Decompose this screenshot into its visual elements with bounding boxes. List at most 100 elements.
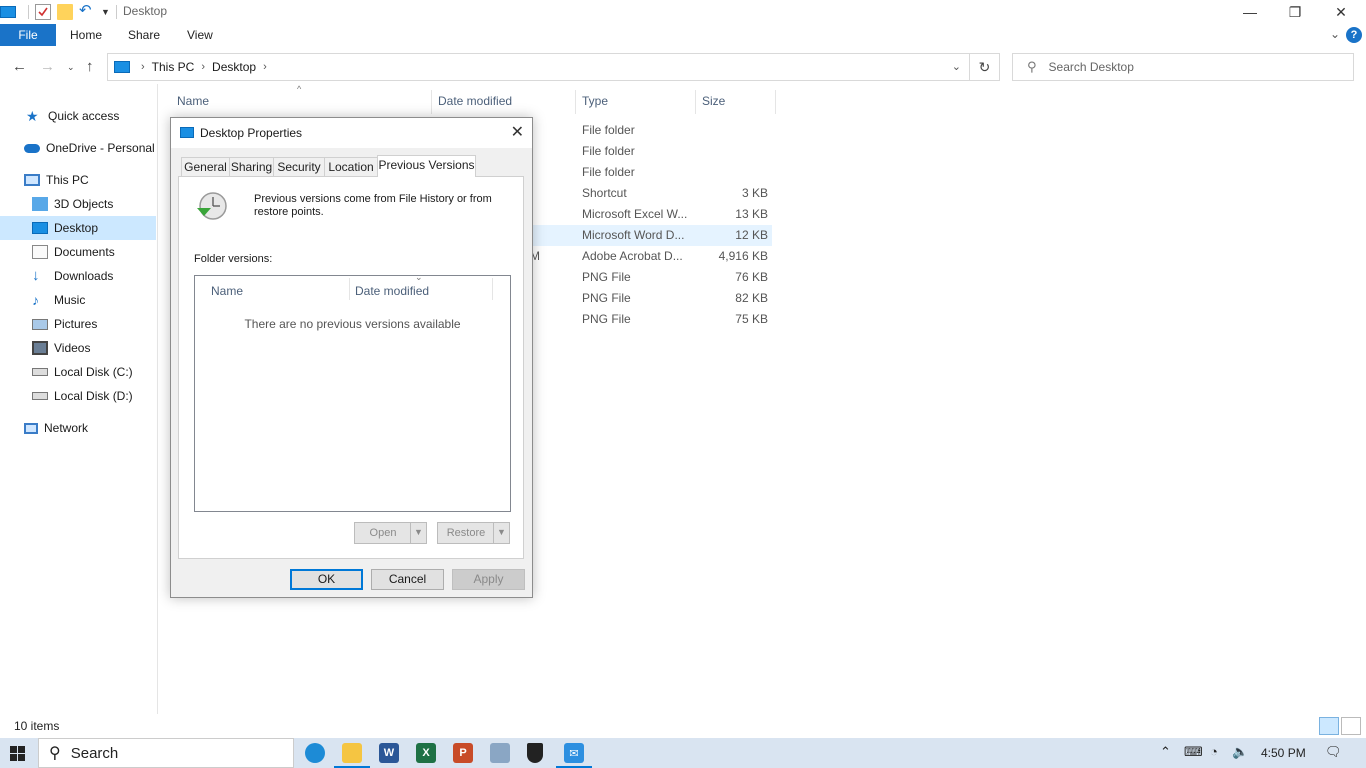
dialog-title-bar[interactable]: Desktop Properties ✕ — [171, 118, 532, 148]
sidebar-item-local-disk-d[interactable]: Local Disk (D:) — [0, 384, 156, 408]
ribbon: File Home Share View ⌄ ? — [0, 24, 1366, 46]
sidebar-item-downloads[interactable]: ↓ Downloads — [0, 264, 156, 288]
windows-start-icon[interactable] — [10, 746, 26, 762]
restore-button-label: Restore — [446, 527, 486, 539]
tab-security[interactable]: Security — [273, 157, 325, 177]
keyboard-icon[interactable]: ⌨ — [1184, 744, 1203, 760]
sidebar-item-pictures[interactable]: Pictures — [0, 312, 156, 336]
column-header-date-modified[interactable]: Date modified — [438, 94, 512, 110]
help-icon[interactable]: ? — [1346, 27, 1362, 43]
recent-locations-icon[interactable]: ⌄ — [67, 62, 75, 73]
dialog-close-icon[interactable]: ✕ — [511, 122, 524, 142]
excel-icon[interactable]: X — [416, 743, 436, 763]
powerpoint-icon[interactable]: P — [453, 743, 473, 763]
column-separator[interactable] — [775, 90, 776, 114]
computer-icon — [24, 174, 40, 186]
breadcrumb-arrow-icon[interactable]: › — [201, 61, 205, 73]
details-view-icon[interactable] — [1319, 717, 1339, 735]
search-input[interactable]: ⚲ Search Desktop — [1012, 53, 1354, 81]
apply-button[interactable]: Apply — [452, 569, 525, 590]
large-icons-view-icon[interactable] — [1341, 717, 1361, 735]
word-icon[interactable]: W — [379, 743, 399, 763]
back-icon[interactable]: ← — [12, 58, 27, 75]
sidebar-item-videos[interactable]: Videos — [0, 336, 156, 360]
previous-versions-panel: Previous versions come from File History… — [178, 176, 524, 559]
forward-icon[interactable]: → — [40, 58, 55, 75]
sidebar-item-this-pc[interactable]: This PC — [0, 168, 156, 192]
up-icon[interactable]: ↑ — [86, 58, 94, 75]
list-header-date-modified[interactable]: Date modified — [355, 284, 429, 298]
show-hidden-icons-icon[interactable]: ⌃ — [1160, 744, 1171, 760]
column-header-size[interactable]: Size — [702, 94, 725, 110]
close-button[interactable]: ✕ — [1318, 0, 1364, 24]
drive-icon — [32, 368, 48, 376]
column-header-type[interactable]: Type — [582, 94, 608, 110]
search-icon: ⚲ — [1027, 59, 1037, 74]
notifications-icon[interactable]: 🗨 — [1325, 744, 1342, 760]
pc-icon[interactable] — [0, 6, 16, 18]
restore-button[interactable]: Restore ▼ — [437, 522, 510, 544]
refresh-icon: ↻ — [978, 59, 991, 75]
expand-ribbon-icon[interactable]: ⌄ — [1330, 27, 1340, 41]
folder-versions-list[interactable]: Name Date modified ⌄ There are no previo… — [194, 272, 511, 512]
sidebar-item-documents[interactable]: Documents — [0, 240, 156, 264]
file-type: Adobe Acrobat D... — [582, 249, 683, 263]
minimize-button[interactable]: — — [1227, 0, 1273, 24]
column-separator[interactable] — [492, 278, 493, 300]
sidebar-item-desktop[interactable]: Desktop — [0, 216, 156, 240]
breadcrumb-desktop[interactable]: Desktop — [212, 60, 256, 74]
undo-icon[interactable]: ↶ — [79, 3, 95, 20]
open-button[interactable]: Open ▼ — [354, 522, 427, 544]
file-type: File folder — [582, 123, 635, 137]
open-button-label: Open — [369, 527, 397, 539]
tab-view[interactable]: View — [187, 24, 213, 46]
sidebar-item-label: Videos — [54, 341, 91, 355]
address-bar[interactable]: › This PC › Desktop › ⌄ — [107, 53, 970, 81]
file-type: PNG File — [582, 270, 631, 284]
address-dropdown-icon[interactable]: ⌄ — [952, 60, 961, 73]
column-header-name[interactable]: Name — [177, 94, 209, 110]
column-separator[interactable] — [431, 90, 432, 114]
new-folder-icon[interactable] — [57, 4, 73, 20]
file-type: PNG File — [582, 312, 631, 326]
sidebar-item-music[interactable]: ♪ Music — [0, 288, 156, 312]
breadcrumb-arrow-icon[interactable]: › — [141, 61, 145, 73]
column-separator[interactable] — [575, 90, 576, 114]
sidebar-item-onedrive[interactable]: OneDrive - Personal — [0, 136, 156, 160]
taskbar-search-box[interactable]: ⚲ Search — [38, 738, 294, 768]
tab-previous-versions[interactable]: Previous Versions — [377, 155, 476, 177]
wifi-icon[interactable]: ◔ — [1210, 744, 1218, 759]
security-shield-icon[interactable] — [527, 743, 543, 763]
ok-button[interactable]: OK — [290, 569, 363, 590]
tab-home[interactable]: Home — [70, 24, 102, 46]
file-explorer-icon[interactable] — [334, 743, 370, 768]
sidebar-item-local-disk-c[interactable]: Local Disk (C:) — [0, 360, 156, 384]
sidebar-item-quick-access[interactable]: ★ Quick access — [0, 104, 156, 128]
list-header-name[interactable]: Name — [211, 284, 243, 298]
breadcrumb-this-pc[interactable]: This PC — [152, 60, 195, 74]
taskbar-clock[interactable]: 4:50 PM — [1261, 746, 1306, 760]
mail-icon[interactable]: ✉ — [556, 743, 592, 768]
cancel-button[interactable]: Cancel — [371, 569, 444, 590]
open-dropdown-icon[interactable]: ▼ — [410, 523, 426, 543]
restore-dropdown-icon[interactable]: ▼ — [493, 523, 509, 543]
breadcrumb-arrow-icon[interactable]: › — [263, 61, 267, 73]
sidebar-item-3d-objects[interactable]: 3D Objects — [0, 192, 156, 216]
refresh-button[interactable]: ↻ — [970, 53, 1000, 81]
properties-icon[interactable] — [35, 4, 51, 20]
column-separator[interactable] — [349, 278, 350, 300]
tab-location[interactable]: Location — [324, 157, 378, 177]
sidebar-item-network[interactable]: Network — [0, 416, 156, 440]
restore-button[interactable]: ❐ — [1272, 0, 1318, 24]
tab-general[interactable]: General — [181, 157, 230, 177]
tab-share[interactable]: Share — [128, 24, 160, 46]
tab-sharing[interactable]: Sharing — [229, 157, 274, 177]
dialog-title: Desktop Properties — [200, 126, 303, 140]
taskbar-search-label: Search — [70, 744, 119, 762]
settings-app-icon[interactable] — [490, 743, 510, 763]
qat-dropdown-icon[interactable]: ▼ — [101, 7, 110, 17]
edge-browser-icon[interactable] — [305, 743, 325, 763]
column-separator[interactable] — [695, 90, 696, 114]
tab-file[interactable]: File — [0, 24, 56, 46]
volume-icon[interactable]: 🔈 — [1232, 744, 1248, 760]
